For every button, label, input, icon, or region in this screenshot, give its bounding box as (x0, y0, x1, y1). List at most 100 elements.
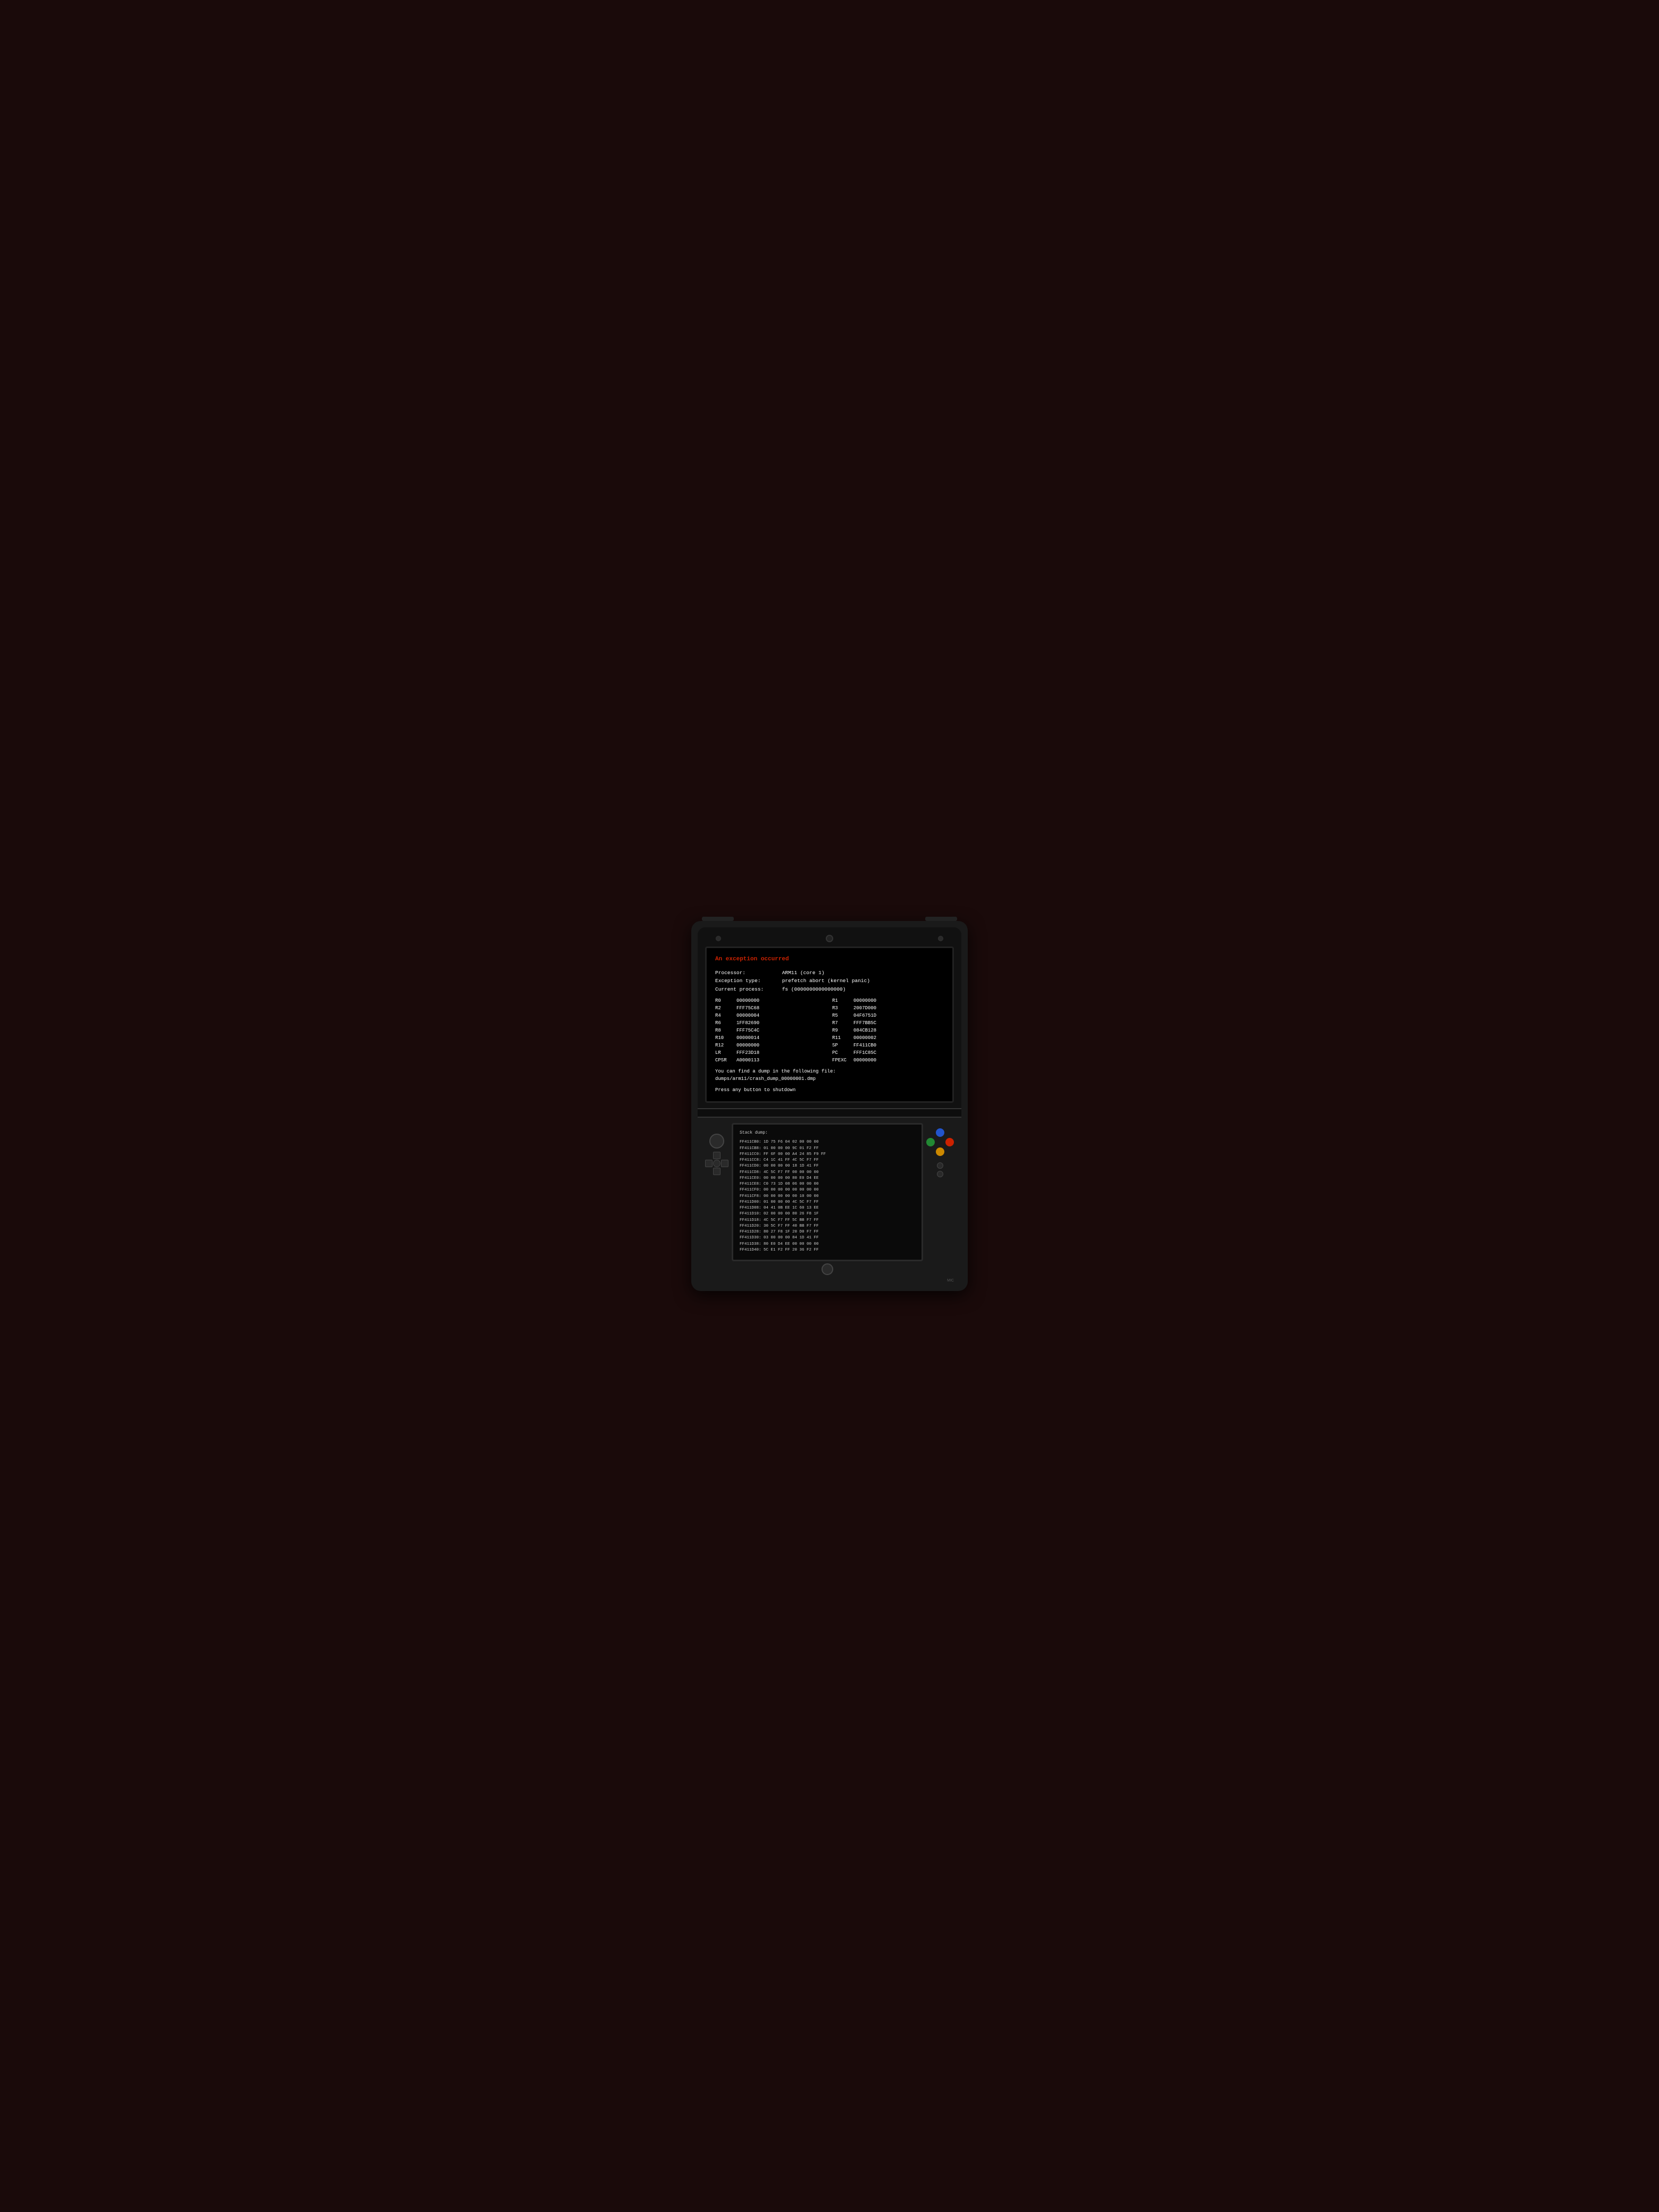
stack-bytes: 00 00 00 00 00 10 00 00 (764, 1194, 819, 1199)
reg-value: FFF75C68 (736, 1005, 759, 1012)
stack-row: FF411CC0: FF 6F 00 00 A4 24 85 F9 FF (740, 1152, 915, 1158)
top-section: An exception occurred Processor: ARM11 (… (698, 927, 961, 1109)
register-row: R8FFF75C4C (715, 1027, 827, 1034)
stack-bytes: C0 73 1D 08 06 00 00 00 (764, 1182, 819, 1186)
stack-bytes: 00 00 00 00 00 00 00 00 (764, 1188, 819, 1192)
camera-left (716, 936, 721, 941)
stack-bytes: 1D 75 F6 04 02 00 00 00 (764, 1140, 819, 1144)
stack-row: FF411D28: 80 27 F8 1F 20 D0 F7 FF (740, 1229, 915, 1235)
stack-row: FF411D00: 01 00 00 00 4C 5C F7 FF (740, 1200, 915, 1205)
a-button[interactable] (945, 1138, 954, 1146)
dpad-left[interactable] (705, 1160, 713, 1167)
exception-label: Exception type: (715, 977, 779, 985)
reg-value: 1FF82690 (736, 1020, 759, 1027)
process-value: fs (0000000000000000) (782, 986, 846, 992)
camera-right (938, 936, 943, 941)
register-row: R32007D000 (832, 1005, 944, 1012)
shoulder-l-button[interactable] (702, 917, 734, 921)
start-button[interactable] (937, 1162, 943, 1169)
stack-bytes: 4C 5C F7 FF 00 00 00 00 (764, 1170, 819, 1175)
register-row: R2FFF75C68 (715, 1005, 827, 1012)
right-controls (926, 1123, 954, 1177)
reg-name: CPSR (715, 1057, 736, 1064)
reg-value: 2007D000 (853, 1005, 876, 1012)
reg-name: R0 (715, 998, 736, 1004)
process-label: Current process: (715, 986, 779, 993)
register-row: R1000000014 (715, 1035, 827, 1042)
stack-addr: FF411D28: (740, 1230, 761, 1234)
stack-addr: FF411D40: (740, 1248, 761, 1252)
stack-row: FF411CC8: C4 1C 41 FF 4C 5C F7 FF (740, 1158, 915, 1163)
left-stick[interactable] (709, 1134, 724, 1149)
upper-screen: An exception occurred Processor: ARM11 (… (705, 946, 954, 1103)
stack-addr: FF411CF0: (740, 1188, 761, 1192)
reg-value: 084CB128 (853, 1027, 876, 1034)
reg-name: R11 (832, 1035, 853, 1042)
dpad-right[interactable] (721, 1160, 728, 1167)
stack-bytes: 80 27 F8 1F 20 D0 F7 FF (764, 1230, 819, 1234)
shoulder-r-button[interactable] (925, 917, 957, 921)
exception-line: Exception type: prefetch abort (kernel p… (715, 977, 944, 985)
dpad-up[interactable] (713, 1152, 720, 1159)
stack-addr: FF411CC0: (740, 1152, 761, 1157)
reg-name: R2 (715, 1005, 736, 1012)
stack-row: FF411CE8: C0 73 1D 08 06 00 00 00 (740, 1182, 915, 1187)
reg-value: 00000000 (736, 1042, 759, 1049)
reg-name: R3 (832, 1005, 853, 1012)
nintendo-3ds-device: An exception occurred Processor: ARM11 (… (691, 921, 968, 1292)
register-row: CPSRA0000113 (715, 1057, 827, 1064)
reg-name: R1 (832, 998, 853, 1004)
register-row: R504F6751D (832, 1012, 944, 1019)
bottom-inner: Stack dump: FF411CB0: 1D 75 F6 04 02 00 … (705, 1123, 954, 1277)
stack-row: FF411CE0: 00 00 00 00 80 E0 D4 EE (740, 1176, 915, 1182)
stack-row: FF411D18: 4C 5C F7 FF 5C BB F7 FF (740, 1218, 915, 1224)
reg-name: R10 (715, 1035, 736, 1042)
stack-bytes: 01 00 00 00 9C 01 F2 FF (764, 1146, 819, 1151)
reg-value: 00000004 (736, 1012, 759, 1019)
stack-row: FF411D38: 80 E0 D4 EE 00 00 00 00 (740, 1242, 915, 1247)
register-row: R000000000 (715, 998, 827, 1004)
reg-name: R4 (715, 1012, 736, 1019)
stack-bytes: 04 41 0B EE 1C 60 13 EE (764, 1206, 819, 1210)
reg-name: R7 (832, 1020, 853, 1027)
reg-name: SP (832, 1042, 853, 1049)
stack-bytes: FF 6F 00 00 A4 24 85 F9 FF (764, 1152, 826, 1157)
reg-name: R8 (715, 1027, 736, 1034)
stack-addr: FF411D30: (740, 1236, 761, 1240)
b-button[interactable] (936, 1147, 944, 1156)
stack-row: FF411D30: 03 00 00 00 84 1D 41 FF (740, 1235, 915, 1241)
stack-bytes: 01 00 00 00 4C 5C F7 FF (764, 1200, 819, 1204)
reg-name: FPEXC (832, 1057, 853, 1064)
home-button[interactable] (822, 1263, 833, 1275)
reg-name: LR (715, 1050, 736, 1057)
register-row: PCFFF1C85C (832, 1050, 944, 1057)
stack-addr: FF411D08: (740, 1206, 761, 1210)
reg-value: 00000014 (736, 1035, 759, 1042)
register-row: R1200000000 (715, 1042, 827, 1049)
lower-screen: Stack dump: FF411CB0: 1D 75 F6 04 02 00 … (732, 1123, 923, 1261)
top-cameras (705, 935, 954, 942)
dump-line1: You can find a dump in the following fil… (715, 1068, 944, 1076)
reg-name: R12 (715, 1042, 736, 1049)
camera-center (826, 935, 833, 942)
stack-addr: FF411CB8: (740, 1146, 761, 1151)
exception-value: prefetch abort (kernel panic) (782, 978, 870, 984)
x-button[interactable] (936, 1128, 944, 1137)
register-row: SPFF411CB0 (832, 1042, 944, 1049)
reg-name: R9 (832, 1027, 853, 1034)
stack-addr: FF411CD0: (740, 1164, 761, 1168)
reg-value: FFF7BB5C (853, 1020, 876, 1027)
stack-bytes: C4 1C 41 FF 4C 5C F7 FF (764, 1158, 819, 1162)
stack-rows: FF411CB0: 1D 75 F6 04 02 00 00 00FF411CB… (740, 1139, 915, 1253)
register-row: FPEXC00000000 (832, 1057, 944, 1064)
small-buttons (937, 1162, 943, 1177)
dpad-down[interactable] (713, 1168, 720, 1175)
stack-row: FF411D10: 02 00 00 00 80 26 F8 1F (740, 1211, 915, 1217)
y-button[interactable] (926, 1138, 935, 1146)
select-button[interactable] (937, 1171, 943, 1177)
register-row: R100000000 (832, 998, 944, 1004)
abxy-buttons (926, 1128, 954, 1156)
stack-bytes: 03 00 00 00 84 1D 41 FF (764, 1236, 819, 1240)
stack-addr: FF411CE8: (740, 1182, 761, 1186)
reg-name: R6 (715, 1020, 736, 1027)
